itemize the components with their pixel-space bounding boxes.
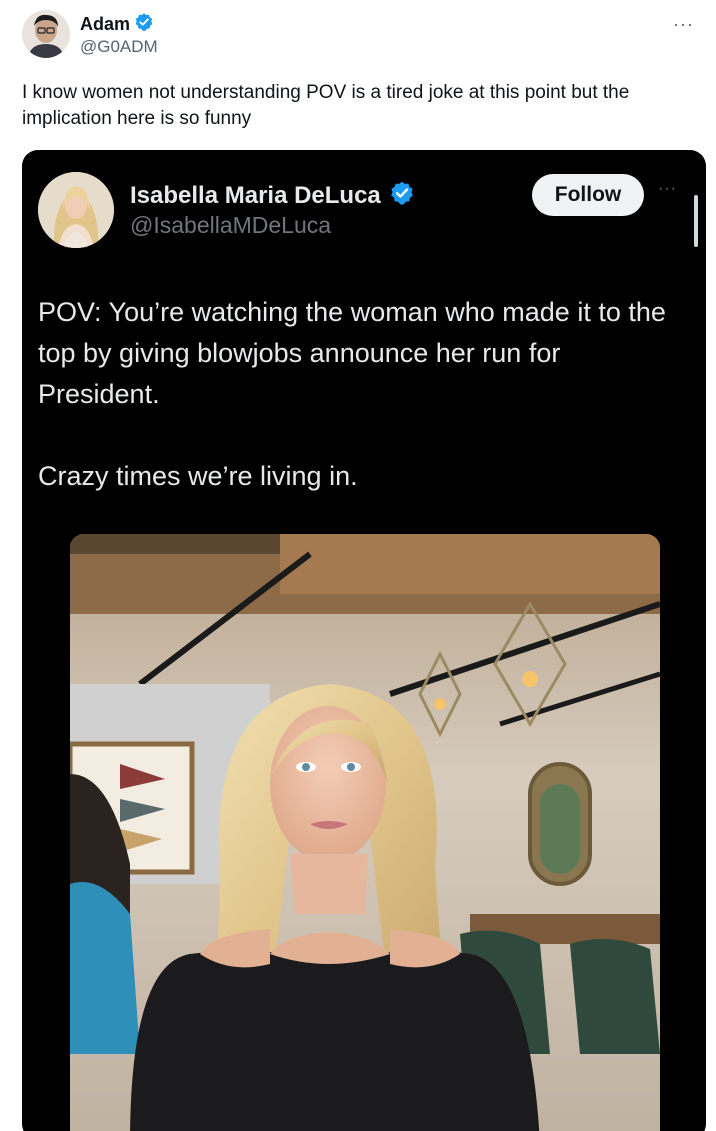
photo-of-woman-in-restaurant (70, 534, 660, 1131)
quoted-post-text-line1: POV: You’re watching the woman who made … (38, 297, 666, 409)
quoted-post-text-line2: Crazy times we’re living in. (38, 461, 358, 491)
quoted-author-avatar-image (38, 172, 114, 248)
embedded-post-screenshot[interactable]: Isabella Maria DeLuca @IsabellaMDeLuca F… (22, 150, 706, 1131)
author-avatar-image (22, 10, 70, 58)
quoted-post-text: POV: You’re watching the woman who made … (38, 292, 688, 497)
tweet-text: I know women not understanding POV is a … (22, 82, 630, 129)
author-name-row[interactable]: Adam (80, 12, 154, 37)
scrollbar (694, 195, 698, 247)
more-options-icon[interactable]: ··· (673, 14, 694, 35)
quoted-post-photo (70, 534, 660, 1131)
author-name[interactable]: Adam (80, 14, 130, 35)
quoted-author-name: Isabella Maria DeLuca (130, 181, 381, 209)
quoted-more-options-icon: ··· (658, 180, 677, 197)
quoted-author-avatar (38, 172, 114, 248)
follow-button: Follow (532, 174, 644, 216)
verified-badge-icon (134, 12, 154, 37)
quoted-author-name-row: Isabella Maria DeLuca (130, 180, 415, 211)
quoted-verified-badge-icon (389, 180, 415, 211)
author-handle[interactable]: @G0ADM (80, 37, 158, 57)
quoted-author-handle: @IsabellaMDeLuca (130, 212, 332, 238)
author-avatar[interactable] (22, 10, 70, 58)
